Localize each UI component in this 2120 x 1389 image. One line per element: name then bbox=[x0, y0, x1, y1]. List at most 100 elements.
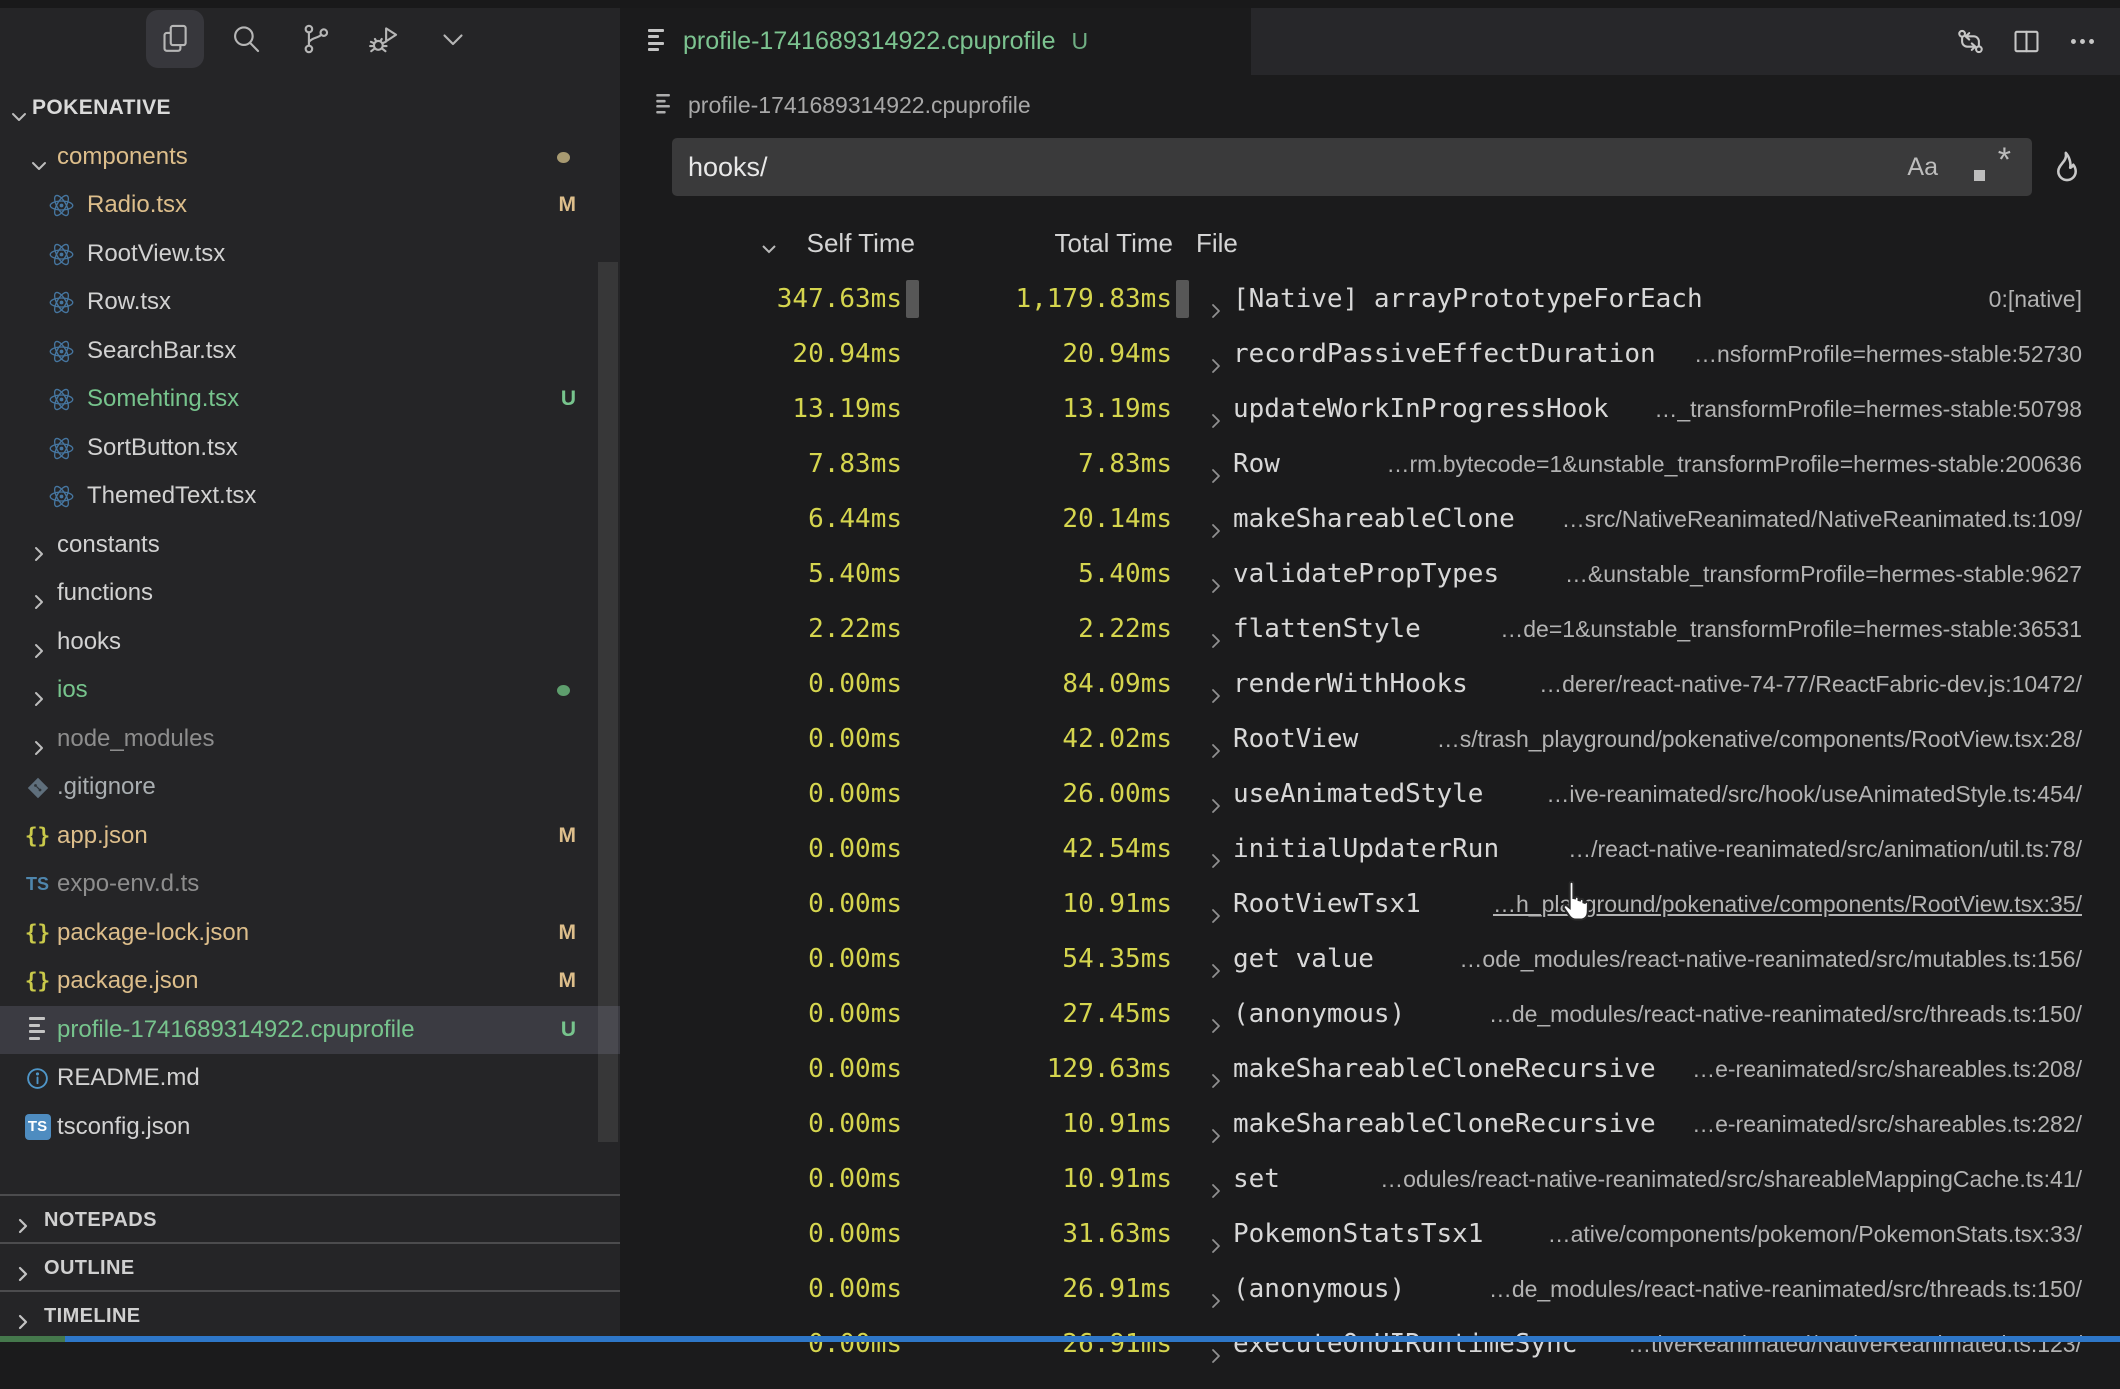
expand-chevron-right-icon[interactable] bbox=[1206, 949, 1226, 969]
total-time-value: 129.63ms bbox=[920, 1042, 1172, 1097]
expand-chevron-right-icon[interactable] bbox=[1206, 1059, 1226, 1079]
tree-file-package-json[interactable]: {}package.jsonM bbox=[0, 957, 620, 1006]
tree-item-label: app.json bbox=[57, 812, 148, 861]
column-header-self-time[interactable]: Self Time bbox=[680, 228, 915, 259]
tree-file-radio-tsx[interactable]: Radio.tsxM bbox=[0, 181, 620, 230]
react-icon bbox=[48, 192, 75, 219]
search-icon[interactable] bbox=[217, 10, 275, 68]
chevron-right-icon bbox=[12, 1305, 34, 1327]
tree-file-profile-1741689314922-cpuprofile[interactable]: profile-1741689314922.cpuprofileU bbox=[0, 1006, 620, 1055]
table-row[interactable]: 0.00ms26.91ms(anonymous)…de_modules/reac… bbox=[620, 1262, 2120, 1317]
table-row[interactable]: 5.40ms5.40msvalidatePropTypes…&unstable_… bbox=[620, 547, 2120, 602]
explorer-icon[interactable] bbox=[146, 10, 204, 68]
table-row[interactable]: 0.00ms42.02msRootView…s/trash_playground… bbox=[620, 712, 2120, 767]
tree-folder-constants[interactable]: constants bbox=[0, 521, 620, 570]
tree-folder-hooks[interactable]: hooks bbox=[0, 618, 620, 667]
table-row[interactable]: 0.00ms54.35msget value…ode_modules/react… bbox=[620, 932, 2120, 987]
tree-file-app-json[interactable]: {}app.jsonM bbox=[0, 812, 620, 861]
open-changes-icon[interactable] bbox=[1942, 14, 1998, 70]
expand-chevron-right-icon[interactable] bbox=[1206, 729, 1226, 749]
expand-chevron-right-icon[interactable] bbox=[1206, 1279, 1226, 1299]
split-editor-icon[interactable] bbox=[1998, 14, 2054, 70]
table-row[interactable]: 0.00ms26.91msexecuteOnUIRuntimeSync…tive… bbox=[620, 1317, 2120, 1372]
tree-folder-functions[interactable]: functions bbox=[0, 569, 620, 618]
tree-folder-ios[interactable]: ios bbox=[0, 666, 620, 715]
tree-item-label: ThemedText.tsx bbox=[87, 472, 256, 521]
tree-file-searchbar-tsx[interactable]: SearchBar.tsx bbox=[0, 327, 620, 376]
tree-file--gitignore[interactable]: .gitignore bbox=[0, 763, 620, 812]
section-header-outline[interactable]: OUTLINE bbox=[0, 1242, 620, 1290]
expand-chevron-right-icon[interactable] bbox=[1206, 839, 1226, 859]
explorer-root-pokenative[interactable]: POKENATIVE bbox=[0, 84, 620, 133]
total-time-value: 84.09ms bbox=[920, 657, 1172, 712]
function-name: flattenStyle bbox=[1233, 602, 1421, 657]
expand-chevron-right-icon[interactable] bbox=[1206, 1224, 1226, 1244]
total-time-value: 2.22ms bbox=[920, 602, 1172, 657]
table-row[interactable]: 347.63ms1,179.83ms[Native] arrayPrototyp… bbox=[620, 272, 2120, 327]
tree-file-rootview-tsx[interactable]: RootView.tsx bbox=[0, 230, 620, 279]
table-row[interactable]: 0.00ms31.63msPokemonStatsTsx1…ative/comp… bbox=[620, 1207, 2120, 1262]
tree-file-sortbutton-tsx[interactable]: SortButton.tsx bbox=[0, 424, 620, 473]
run-and-debug-icon[interactable] bbox=[355, 10, 413, 68]
table-row[interactable]: 0.00ms42.54msinitialUpdaterRun…/react-na… bbox=[620, 822, 2120, 877]
expand-chevron-right-icon[interactable] bbox=[1206, 1004, 1226, 1024]
more-views-chevron-icon[interactable] bbox=[424, 10, 482, 68]
section-header-notepads[interactable]: NOTEPADS bbox=[0, 1194, 620, 1242]
tree-file-somehting-tsx[interactable]: Somehting.tsxU bbox=[0, 375, 620, 424]
table-row[interactable]: 0.00ms27.45ms(anonymous)…de_modules/reac… bbox=[620, 987, 2120, 1042]
table-row[interactable]: 7.83ms7.83msRow…rm.bytecode=1&unstable_t… bbox=[620, 437, 2120, 492]
expand-chevron-right-icon[interactable] bbox=[1206, 894, 1226, 914]
table-row[interactable]: 0.00ms10.91msset…odules/react-native-rea… bbox=[620, 1152, 2120, 1207]
table-row[interactable]: 6.44ms20.14msmakeShareableClone…src/Nati… bbox=[620, 492, 2120, 547]
table-row[interactable]: 0.00ms10.91msRootViewTsx1…h_playground/p… bbox=[620, 877, 2120, 932]
column-header-total-time[interactable]: Total Time bbox=[981, 228, 1173, 259]
tree-file-readme-md[interactable]: README.md bbox=[0, 1054, 620, 1103]
column-header-file[interactable]: File bbox=[1196, 228, 1238, 259]
tab-bar: profile-1741689314922.cpuprofile U bbox=[620, 8, 2120, 75]
file-location: …derer/react-native-74-77/ReactFabric-de… bbox=[1539, 657, 2082, 712]
expand-chevron-right-icon[interactable] bbox=[1206, 509, 1226, 529]
tree-file-tsconfig-json[interactable]: TStsconfig.json bbox=[0, 1103, 620, 1152]
table-row[interactable]: 0.00ms129.63msmakeShareableCloneRecursiv… bbox=[620, 1042, 2120, 1097]
filter-input[interactable]: hooks/ Aa * bbox=[672, 138, 2032, 196]
sidebar-scrollbar[interactable] bbox=[598, 262, 618, 1142]
table-row[interactable]: 0.00ms84.09msrenderWithHooks…derer/react… bbox=[620, 657, 2120, 712]
total-time-value: 20.14ms bbox=[920, 492, 1172, 547]
expand-chevron-right-icon[interactable] bbox=[1206, 784, 1226, 804]
expand-chevron-right-icon[interactable] bbox=[1206, 1114, 1226, 1134]
expand-chevron-right-icon[interactable] bbox=[1206, 619, 1226, 639]
tree-folder-components[interactable]: components bbox=[0, 133, 620, 182]
expand-chevron-right-icon[interactable] bbox=[1206, 1169, 1226, 1189]
table-row[interactable]: 13.19ms13.19msupdateWorkInProgressHook…_… bbox=[620, 382, 2120, 437]
tree-item-label: constants bbox=[57, 521, 160, 570]
table-row[interactable]: 0.00ms26.00msuseAnimatedStyle…ive-reanim… bbox=[620, 767, 2120, 822]
tree-file-package-lock-json[interactable]: {}package-lock.jsonM bbox=[0, 909, 620, 958]
section-header-timeline[interactable]: TIMELINE bbox=[0, 1290, 620, 1338]
table-row[interactable]: 2.22ms2.22msflattenStyle…de=1&unstable_t… bbox=[620, 602, 2120, 657]
chevron-right-icon bbox=[28, 534, 50, 556]
file-location: …e-reanimated/src/shareables.ts:208/ bbox=[1692, 1042, 2082, 1097]
match-case-icon[interactable]: Aa bbox=[1907, 153, 1938, 182]
more-actions-icon[interactable] bbox=[2054, 14, 2110, 70]
regex-icon[interactable]: * bbox=[1972, 147, 2012, 187]
expand-chevron-right-icon[interactable] bbox=[1206, 344, 1226, 364]
total-time-value: 54.35ms bbox=[920, 932, 1172, 987]
expand-chevron-right-icon[interactable] bbox=[1206, 674, 1226, 694]
table-row[interactable]: 20.94ms20.94msrecordPassiveEffectDuratio… bbox=[620, 327, 2120, 382]
table-row[interactable]: 0.00ms10.91msmakeShareableCloneRecursive… bbox=[620, 1097, 2120, 1152]
function-name: validatePropTypes bbox=[1233, 547, 1499, 602]
tree-file-row-tsx[interactable]: Row.tsx bbox=[0, 278, 620, 327]
breadcrumb[interactable]: profile-1741689314922.cpuprofile bbox=[620, 75, 2120, 135]
expand-chevron-right-icon[interactable] bbox=[1206, 454, 1226, 474]
flame-graph-icon[interactable] bbox=[2042, 145, 2086, 189]
total-time-value: 7.83ms bbox=[920, 437, 1172, 492]
expand-chevron-right-icon[interactable] bbox=[1206, 289, 1226, 309]
expand-chevron-right-icon[interactable] bbox=[1206, 564, 1226, 584]
tab-cpuprofile[interactable]: profile-1741689314922.cpuprofile U bbox=[620, 8, 1251, 75]
tree-file-themedtext-tsx[interactable]: ThemedText.tsx bbox=[0, 472, 620, 521]
expand-chevron-right-icon[interactable] bbox=[1206, 399, 1226, 419]
source-control-icon[interactable] bbox=[287, 10, 345, 68]
tree-file-expo-env-d-ts[interactable]: TSexpo-env.d.ts bbox=[0, 860, 620, 909]
tree-folder-node-modules[interactable]: node_modules bbox=[0, 715, 620, 764]
react-icon bbox=[48, 241, 75, 268]
